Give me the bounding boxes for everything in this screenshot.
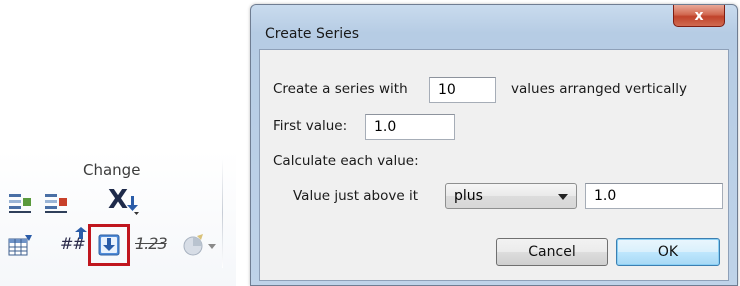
ribbon: Change X ## 1.23 bbox=[0, 0, 236, 286]
close-icon: x bbox=[694, 7, 704, 24]
close-button[interactable]: x bbox=[673, 5, 725, 27]
cancel-button[interactable]: Cancel bbox=[496, 238, 608, 266]
chevron-down-icon bbox=[558, 194, 568, 200]
calculate-label: Calculate each value: bbox=[273, 153, 419, 169]
table-properties-icon[interactable] bbox=[6, 230, 36, 260]
series-count-prefix: Create a series with bbox=[273, 81, 408, 97]
insert-rows-above-icon[interactable] bbox=[6, 190, 34, 216]
delete-rows-icon[interactable] bbox=[42, 190, 70, 216]
arrow-up-small-icon bbox=[74, 226, 88, 240]
first-value-label: First value: bbox=[273, 118, 348, 134]
ribbon-group-label: Change bbox=[83, 161, 141, 179]
dialog-client-area: Create a series with 10 values arranged … bbox=[259, 49, 729, 281]
cancel-button-label: Cancel bbox=[528, 244, 576, 260]
dialog-title: Create Series bbox=[265, 26, 360, 42]
color-fill-icon[interactable] bbox=[180, 230, 220, 260]
create-series-dialog: Create Series x Create a series with 10 … bbox=[250, 4, 738, 286]
ok-button[interactable]: OK bbox=[616, 238, 720, 266]
ribbon-separator bbox=[222, 158, 223, 268]
series-count-input[interactable]: 10 bbox=[429, 77, 496, 103]
operator-value: plus bbox=[454, 188, 483, 204]
operand-input[interactable]: 1.0 bbox=[585, 183, 723, 209]
decimal-places-icon[interactable]: 1.23 bbox=[135, 235, 168, 253]
operator-select[interactable]: plus bbox=[445, 183, 577, 209]
first-value-input[interactable]: 1.0 bbox=[365, 114, 455, 140]
value-above-label: Value just above it bbox=[293, 188, 419, 204]
series-count-suffix: values arranged vertically bbox=[511, 81, 687, 97]
fill-down-icon bbox=[98, 234, 120, 256]
fill-down-button[interactable] bbox=[96, 232, 122, 258]
clear-dropdown-arrow-icon[interactable] bbox=[124, 192, 140, 218]
ok-button-label: OK bbox=[657, 244, 679, 260]
